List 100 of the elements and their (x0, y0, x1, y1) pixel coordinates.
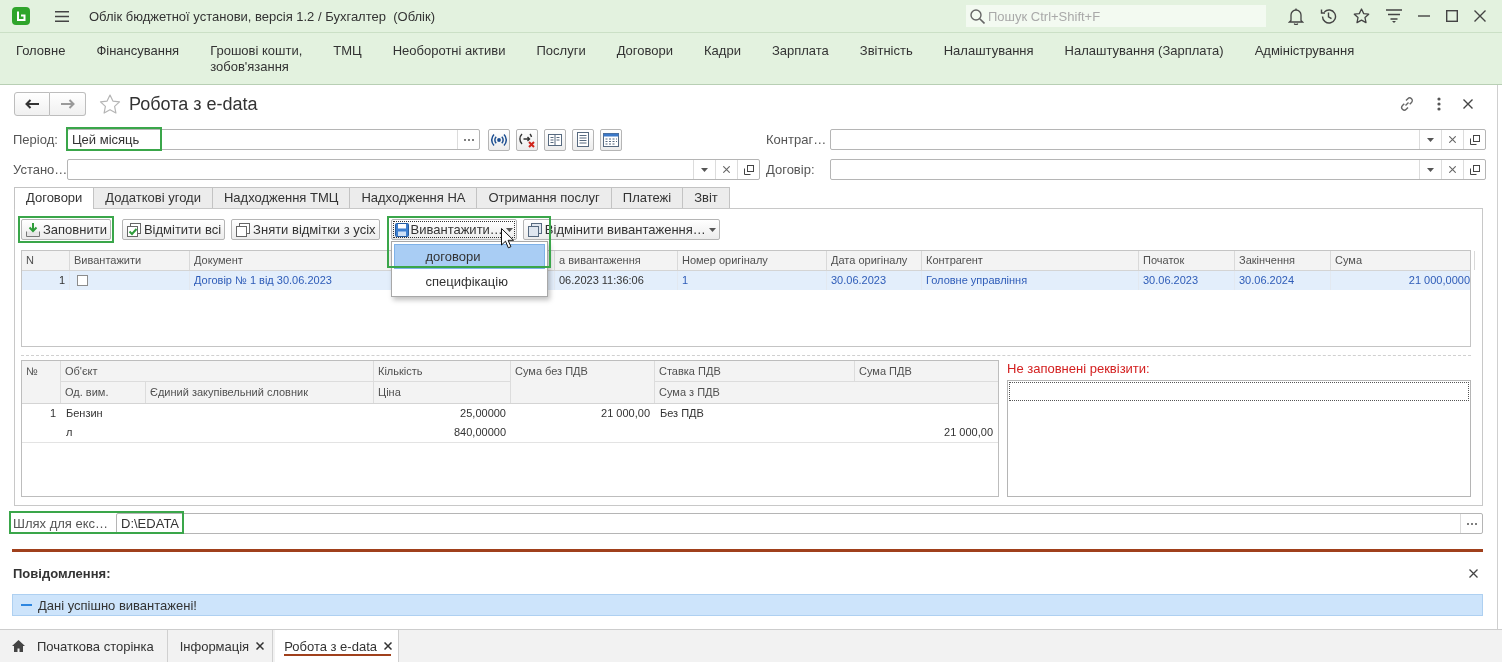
section-link[interactable]: Звітність (859, 43, 913, 59)
filter-lines-icon[interactable] (1386, 9, 1402, 23)
section-link[interactable]: Головне (16, 43, 66, 59)
column-header[interactable]: Сума без ПДВ (515, 365, 588, 377)
back-button[interactable] (14, 92, 50, 116)
checkbox[interactable] (77, 275, 88, 286)
tool-button[interactable] (488, 128, 510, 151)
section-link[interactable]: Фінансування (96, 43, 180, 59)
tool-button[interactable] (600, 128, 622, 151)
column-header[interactable]: Сума з ПДВ (659, 386, 720, 398)
field-label: Період: (13, 132, 59, 147)
clear-icon[interactable] (723, 166, 730, 173)
open-window-icon[interactable] (1469, 164, 1480, 175)
toolbar-button[interactable]: Заповнити (21, 219, 111, 240)
maximize-icon[interactable] (1446, 10, 1458, 22)
star-icon[interactable] (1353, 8, 1370, 24)
table-cell-text: 840,00000 (453, 425, 507, 440)
clear-icon[interactable] (1449, 166, 1456, 173)
broadcast-icon (491, 132, 507, 147)
column-header[interactable]: Номер оригіналу (682, 254, 768, 266)
toolbar-button[interactable]: Вивантажити… (390, 219, 517, 240)
focused-list-row[interactable] (1009, 382, 1469, 401)
bell-icon[interactable] (1288, 7, 1304, 25)
clear-icon[interactable] (1449, 136, 1456, 143)
section-link[interactable]: Необоротні активи (392, 43, 506, 59)
open-window-icon[interactable] (743, 164, 754, 175)
open-window-icon[interactable] (1469, 134, 1480, 145)
history-icon[interactable] (1320, 7, 1337, 25)
search-icon (970, 9, 985, 24)
section-link[interactable]: Грошові кошти, зобов'язання (210, 43, 303, 75)
period-field[interactable]: Цей місяць (67, 129, 480, 150)
caret-icon[interactable] (1427, 167, 1434, 172)
section-link[interactable]: Налаштування (943, 43, 1034, 59)
section-link[interactable]: Зарплата (771, 43, 829, 59)
section-link[interactable]: Договори (616, 43, 673, 59)
back-arrow-icon (25, 99, 39, 109)
ellipsis-icon[interactable] (1466, 522, 1477, 525)
caret-icon[interactable] (1427, 137, 1434, 142)
table-cell: 30.06.2023 (1143, 273, 1199, 288)
tab[interactable]: Надходження НА (349, 187, 478, 208)
section-link[interactable]: Послуги (536, 43, 586, 59)
column-header[interactable]: Вивантажити (74, 254, 142, 266)
table-cell: 21 000,0000 (1408, 273, 1470, 288)
close-icon[interactable] (256, 642, 265, 650)
institution-field[interactable] (67, 159, 760, 180)
tool-button[interactable] (516, 128, 538, 151)
ellipsis-icon[interactable] (463, 138, 474, 141)
column-header[interactable]: Ставка ПДВ (659, 365, 721, 377)
tool-button[interactable] (572, 128, 594, 151)
toolbar-button[interactable]: Зняти відмітки з усіх (231, 219, 380, 240)
column-header[interactable]: Сума ПДВ (859, 365, 912, 377)
tab[interactable]: Звіт (682, 187, 730, 208)
column-header[interactable]: Ціна (378, 386, 401, 398)
section-link[interactable]: ТМЦ (333, 43, 362, 59)
column-header[interactable]: Початок (1143, 254, 1185, 266)
path-field[interactable]: D:\EDATA (116, 513, 1483, 534)
column-header[interactable]: № (26, 365, 38, 377)
tab[interactable]: Платежі (610, 187, 684, 208)
tab[interactable]: Отримання послуг (476, 187, 612, 208)
window-tab[interactable]: Робота з e-data (275, 630, 399, 662)
star-icon[interactable] (99, 93, 121, 115)
close-icon[interactable] (384, 642, 392, 650)
close-icon[interactable] (1474, 10, 1486, 22)
column-header[interactable]: Закінчення (1239, 254, 1296, 266)
table-cell-text: Без ПДВ (659, 406, 705, 421)
table-cell: 06.2023 11:36:06 (559, 273, 644, 288)
toolbar-button[interactable]: Відмітити всі (121, 219, 226, 240)
section-link[interactable]: Кадри (704, 43, 741, 59)
message-row[interactable]: Дані успішно вивантажені! (12, 594, 1483, 616)
column-header[interactable]: N (26, 254, 34, 266)
counterparty-field[interactable] (830, 129, 1486, 150)
missing-details-title: Не заповнені реквізити: (1007, 360, 1151, 378)
column-header[interactable]: Контрагент (926, 254, 983, 266)
column-header[interactable]: Об'єкт (65, 365, 98, 377)
contract-field[interactable] (830, 159, 1486, 180)
tab[interactable]: Додаткові угоди (93, 187, 213, 208)
section-link[interactable]: Налаштування (Зарплата) (1064, 43, 1224, 59)
tab[interactable]: Договори (14, 187, 95, 209)
tool-button[interactable] (544, 128, 566, 151)
close-icon[interactable] (1463, 99, 1473, 109)
column-header[interactable]: Єдиний закупівельний словник (150, 386, 308, 398)
column-header[interactable]: Од. вим. (65, 386, 109, 398)
column-header[interactable]: Сума (1335, 254, 1362, 266)
caret-icon[interactable] (701, 167, 708, 172)
field-label: Шлях для екс… (13, 516, 110, 531)
table-cell: 1 (58, 273, 65, 288)
search-field[interactable]: Пошук Ctrl+Shift+F (966, 5, 1266, 27)
close-icon[interactable] (1469, 568, 1478, 578)
column-header[interactable]: Кількість (378, 365, 423, 377)
link-icon[interactable] (1399, 96, 1415, 112)
menu-item[interactable]: договори (393, 244, 545, 269)
section-link[interactable]: Адміністрування (1254, 43, 1355, 59)
menu-icon[interactable] (55, 10, 69, 22)
document-lines-icon (577, 132, 589, 147)
column-header[interactable]: Документ (194, 254, 243, 266)
tab[interactable]: Надходження ТМЦ (211, 187, 351, 208)
column-header[interactable]: Дата оригіналу (831, 254, 908, 266)
more-icon[interactable] (1437, 97, 1441, 111)
forward-arrow-icon (60, 99, 75, 109)
column-header[interactable]: а вивантаження (559, 254, 641, 266)
